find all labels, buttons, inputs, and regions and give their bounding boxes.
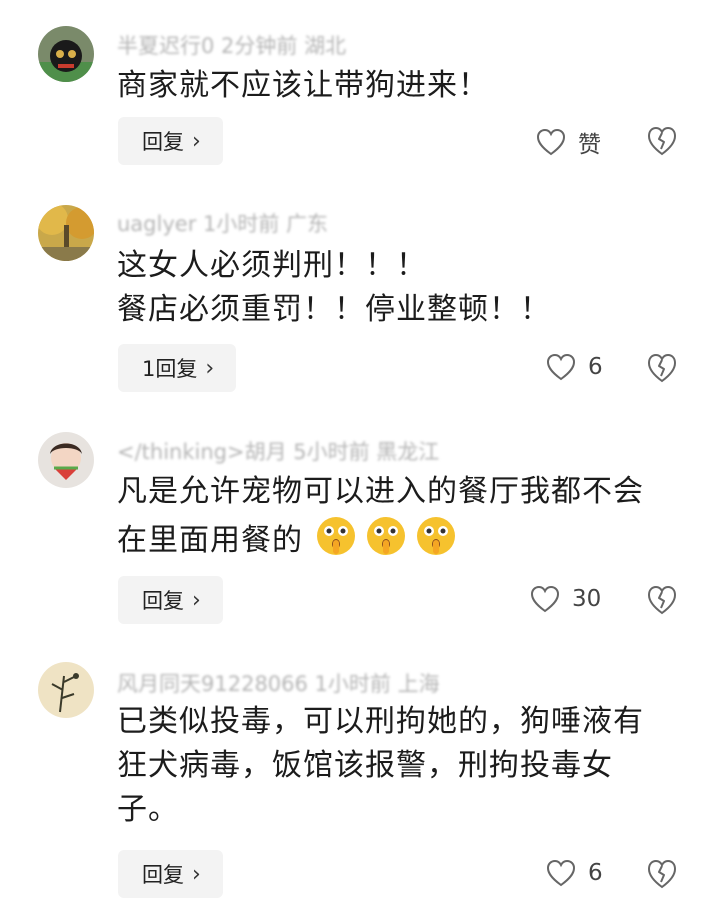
comment-text-line: 商家就不应该让带狗进来！ <box>117 68 489 103</box>
comment-text: 凡是允许宠物可以进入的餐厅我都不会 在里面用餐的 <box>117 470 677 563</box>
comment-text: 已类似投毒，可以刑拘她的，狗唾液有 狂犬病毒，饭馆该报警，刑拘投毒女 子。 <box>117 700 677 832</box>
broken-heart-icon[interactable] <box>646 125 678 157</box>
reply-button[interactable]: 1回复 › <box>118 344 237 392</box>
comment-text-line: 餐店必须重罚！！停业整顿！！ <box>117 292 551 327</box>
avatar[interactable] <box>38 26 94 82</box>
reply-button[interactable]: 回复 › <box>118 850 223 898</box>
comment-text-line: 在里面用餐的 <box>117 514 677 563</box>
comment-meta: </thinking>胡月 5小时前 黑龙江 <box>117 440 440 464</box>
heart-outline-icon <box>546 859 576 887</box>
like-count: 赞 <box>578 132 601 158</box>
like-button[interactable]: 6 <box>546 859 603 887</box>
like-count: 6 <box>588 860 603 886</box>
comment-text-line: 这女人必须判刑！！！ <box>117 248 427 283</box>
broken-heart-icon[interactable] <box>646 858 678 890</box>
comment-text: 这女人必须判刑！！！ 餐店必须重罚！！停业整顿！！ <box>117 244 677 332</box>
comment-text-line: 狂犬病毒，饭馆该报警，刑拘投毒女 <box>117 748 613 783</box>
avatar[interactable] <box>38 662 94 718</box>
chevron-right-icon: › <box>192 128 201 154</box>
comment-meta: uaglyer 1小时前 广东 <box>117 212 329 236</box>
comment-text-line: 子。 <box>117 792 179 827</box>
shushing-face-emoji-icon <box>316 517 355 555</box>
avatar-girl-watermelon-icon <box>38 432 94 488</box>
like-button[interactable]: 30 <box>530 585 601 613</box>
avatar-autumn-tree-icon <box>38 205 94 261</box>
heart-outline-icon <box>536 128 566 156</box>
avatar-bamboo-painting-icon <box>38 662 94 718</box>
like-button[interactable]: 6 <box>546 353 603 381</box>
comment-text-line: 凡是允许宠物可以进入的餐厅我都不会 <box>117 474 644 509</box>
like-count: 30 <box>572 586 602 612</box>
chevron-right-icon: › <box>192 587 201 613</box>
broken-heart-icon[interactable] <box>646 584 678 616</box>
comment-text-segment: 在里面用餐的 <box>117 523 303 558</box>
reply-button[interactable]: 回复 › <box>118 576 223 624</box>
reply-label: 回复 <box>142 863 184 887</box>
broken-heart-icon[interactable] <box>646 352 678 384</box>
heart-outline-icon <box>530 585 560 613</box>
comment-meta: 半夏迟行0 2分钟前 湖北 <box>117 34 347 58</box>
chevron-right-icon: › <box>192 861 201 887</box>
shushing-face-emoji-icon <box>416 517 455 555</box>
reply-label: 回复 <box>142 130 184 154</box>
comment-text: 商家就不应该让带狗进来！ <box>117 64 677 108</box>
shushing-face-emoji-icon <box>366 517 405 555</box>
comment-meta: 风月同天91228066 1小时前 上海 <box>117 672 440 696</box>
chevron-right-icon: › <box>205 355 215 381</box>
heart-outline-icon <box>546 353 576 381</box>
reply-label: 回复 <box>142 589 184 613</box>
like-count: 6 <box>588 354 603 380</box>
reply-button[interactable]: 回复 › <box>118 117 223 165</box>
comment-text-line: 已类似投毒，可以刑拘她的，狗唾液有 <box>117 704 644 739</box>
reply-label: 1回复 <box>142 357 198 381</box>
avatar[interactable] <box>38 432 94 488</box>
avatar-dark-figure-icon <box>38 26 94 82</box>
avatar[interactable] <box>38 205 94 261</box>
like-button[interactable]: 赞 <box>536 125 601 159</box>
